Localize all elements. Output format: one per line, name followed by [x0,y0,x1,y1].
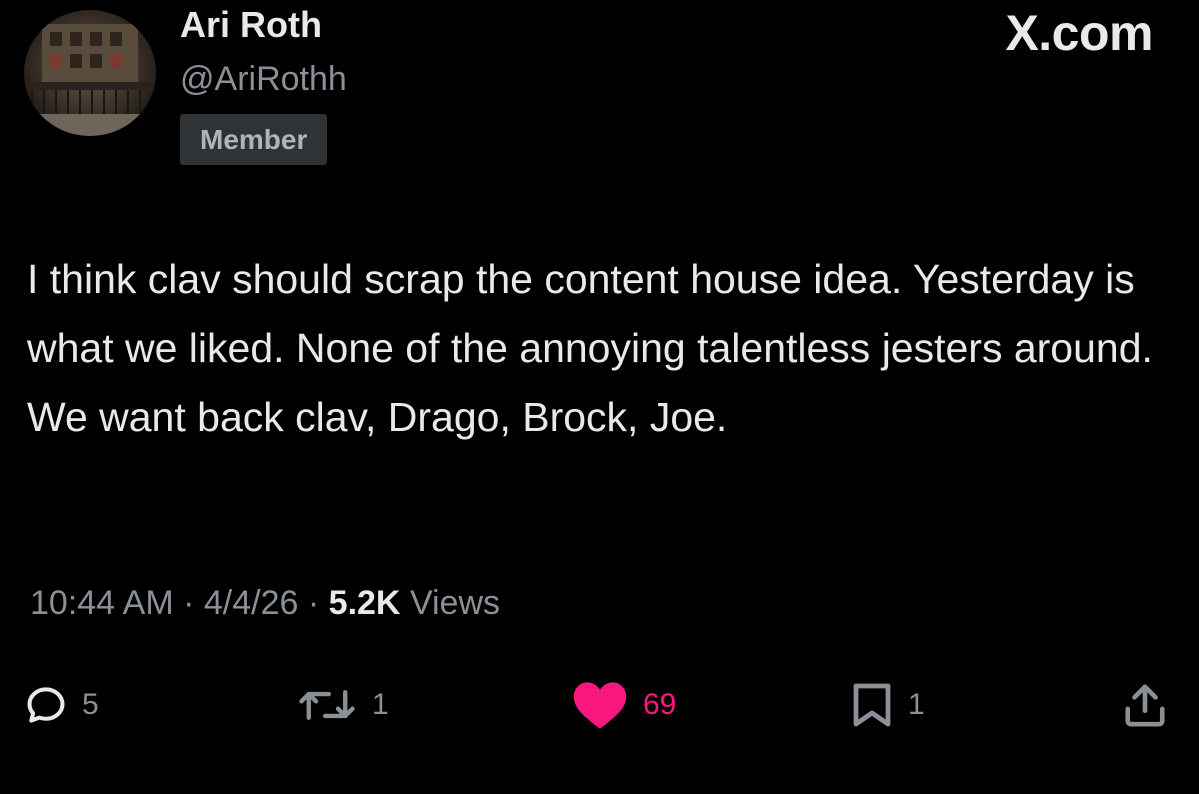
heart-icon [573,682,627,729]
views-count: 5.2K [328,584,401,622]
share-icon [1125,684,1165,727]
post-date[interactable]: 4/4/26 [204,584,299,622]
user-handle[interactable]: @AriRothh [180,60,347,99]
display-name[interactable]: Ari Roth [180,4,322,46]
post-text: I think clav should scrap the content ho… [27,256,1153,440]
post-time[interactable]: 10:44 AM [30,584,174,622]
reply-button[interactable]: 5 [24,680,99,730]
share-button[interactable] [1122,680,1168,730]
reply-count: 5 [82,688,99,721]
brand-watermark: X.com [1005,5,1153,61]
meta-separator: · [183,584,195,622]
repost-icon [299,690,355,720]
like-count: 69 [643,688,677,721]
views-label: Views [409,584,501,622]
like-button[interactable]: 69 [571,680,676,730]
avatar-building-photo [24,10,156,136]
bookmark-button[interactable]: 1 [850,680,925,730]
meta-separator: · [307,584,320,622]
post-meta: 10:44 AM · 4/4/26 · 5.2K Views [30,584,500,623]
repost-count: 1 [372,688,389,721]
member-badge: Member [180,114,328,165]
bookmark-icon [853,683,891,727]
reply-icon [27,687,65,723]
bookmark-count: 1 [908,688,925,721]
repost-button[interactable]: 1 [296,680,389,730]
avatar[interactable] [24,10,156,136]
